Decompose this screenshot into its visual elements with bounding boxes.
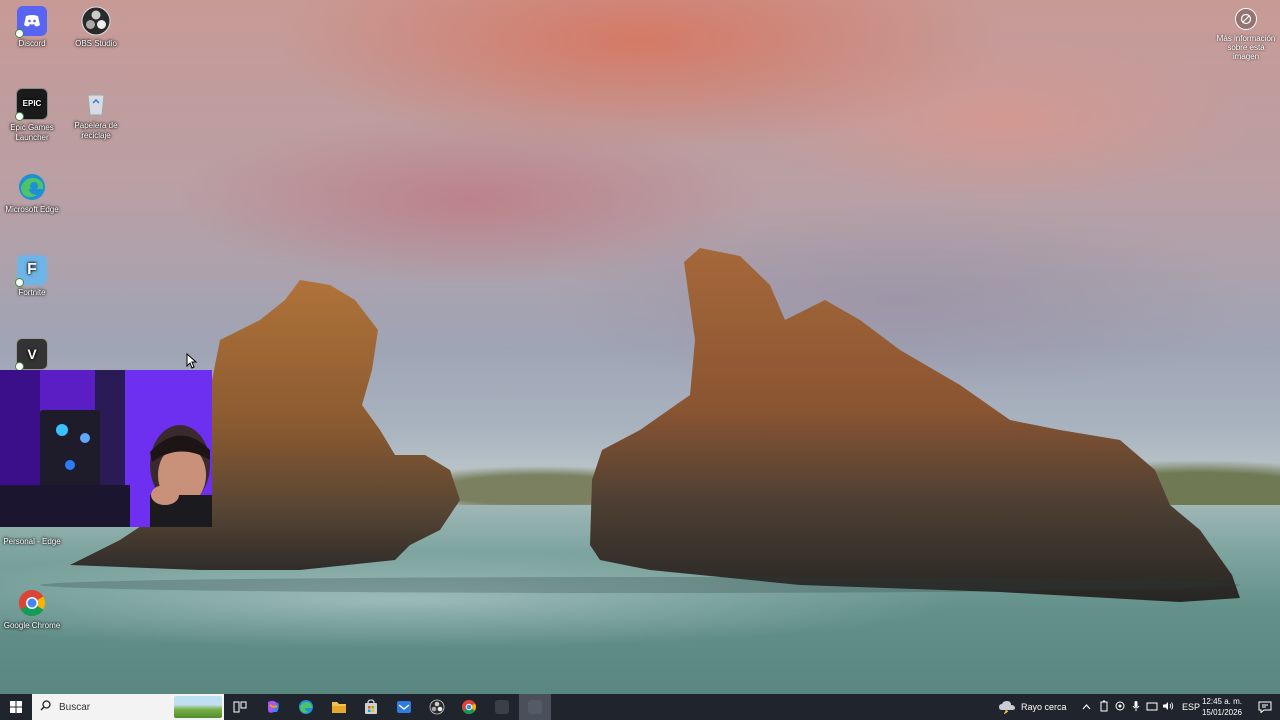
folder-icon	[332, 702, 346, 713]
chevron-up-icon[interactable]	[1080, 702, 1092, 712]
desktop-icon-recycle-bin[interactable]: Papelera de reciclaje	[64, 88, 128, 141]
right-rock	[590, 248, 1240, 602]
battery-icon[interactable]	[1096, 700, 1112, 714]
start-button[interactable]	[0, 694, 32, 720]
windows-start-icon	[10, 701, 22, 713]
epic-games-icon: EPIC	[15, 88, 48, 121]
discord-icon	[15, 6, 47, 38]
notification-icon	[1258, 701, 1272, 713]
desktop-icon-chrome[interactable]: Google Chrome	[0, 588, 64, 631]
taskbar-search-box[interactable]: Buscar	[32, 694, 224, 720]
wallpaper-rocks	[40, 248, 1240, 602]
obs-icon	[429, 699, 445, 715]
clock-time: 12:45 a. m.	[1201, 697, 1243, 706]
fortnite-glyph: F	[27, 261, 37, 278]
mail-icon	[397, 701, 411, 713]
camera-info-icon	[1235, 8, 1257, 30]
desktop-icon-label: OBS Studio	[75, 39, 117, 48]
clock-date: 15/01/2026	[1201, 708, 1243, 717]
gta-glyph: V	[27, 346, 37, 362]
desktop-icon-label: Microsoft Edge	[5, 205, 59, 214]
chrome-icon	[462, 700, 476, 714]
taskbar-file-explorer[interactable]	[323, 694, 355, 720]
fortnite-icon: F	[15, 255, 47, 287]
microphone-icon[interactable]	[1128, 700, 1144, 714]
storm-cloud-icon	[999, 701, 1015, 714]
chrome-icon	[17, 588, 47, 618]
desktop-icon-label: Discord	[18, 39, 46, 48]
network-icon[interactable]	[1112, 701, 1128, 713]
desktop-icon-label: Google Chrome	[3, 621, 61, 630]
task-view-icon	[233, 701, 247, 713]
copilot-icon	[268, 700, 279, 713]
taskbar-edge[interactable]	[290, 694, 322, 720]
taskbar-task-view[interactable]	[224, 694, 256, 720]
desktop-icon-fortnite[interactable]: F Fortnite	[0, 255, 64, 298]
desktop-icon-label: Personal - Edge	[3, 537, 61, 546]
desktop-icon-personal-edge[interactable]: Personal - Edge	[0, 537, 64, 547]
wallpaper-info-button[interactable]: Más información sobre esta imagen	[1214, 8, 1278, 61]
epic-glyph: EPIC	[22, 99, 42, 108]
system-tray: ESP	[1080, 694, 1200, 720]
desktop-icon-edge[interactable]: Microsoft Edge	[0, 172, 64, 215]
taskbar-store[interactable]	[355, 694, 387, 720]
search-highlight-image	[174, 696, 222, 718]
search-placeholder: Buscar	[59, 701, 91, 713]
search-icon	[40, 700, 51, 714]
desktop-wallpaper	[0, 0, 1280, 694]
notification-center-button[interactable]	[1250, 694, 1280, 720]
store-icon	[365, 699, 377, 714]
desktop-icon-obs[interactable]: OBS Studio	[64, 6, 128, 49]
taskbar-mail[interactable]	[388, 694, 420, 720]
taskbar-chrome[interactable]	[453, 694, 485, 720]
weather-text: Rayo cerca	[1021, 702, 1067, 712]
obs-icon	[81, 6, 111, 36]
gta-v-icon: V	[15, 338, 48, 371]
desktop-icon-epic-games[interactable]: EPIC Epic Games Launcher	[0, 88, 64, 143]
volume-icon[interactable]	[1160, 701, 1176, 713]
taskbar-weather[interactable]: Rayo cerca	[998, 694, 1067, 720]
taskbar-active-app[interactable]	[519, 694, 551, 720]
taskbar-obs[interactable]	[421, 694, 453, 720]
desktop-icon-gta-v[interactable]: V	[0, 338, 64, 373]
taskbar-app-dim[interactable]	[486, 694, 518, 720]
webcam-feed	[0, 370, 212, 527]
desktop-icon-discord[interactable]: Discord	[0, 6, 64, 49]
desktop-icon-label: Fortnite	[18, 288, 46, 297]
app-icon	[495, 700, 509, 714]
edge-icon	[299, 700, 313, 714]
wifi-icon[interactable]	[1144, 701, 1160, 713]
taskbar-copilot[interactable]	[257, 694, 289, 720]
taskbar: Buscar Rayo cerca ESP 12:45 a. m. 15/01/…	[0, 694, 1280, 720]
desktop-icon-label: Epic Games Launcher	[10, 123, 54, 142]
app-icon	[528, 700, 542, 714]
desktop-icon-label: Papelera de reciclaje	[74, 121, 118, 140]
taskbar-clock[interactable]: 12:45 a. m. 15/01/2026	[1196, 696, 1248, 718]
webcam-overlay	[0, 370, 212, 527]
recycle-bin-icon	[81, 88, 111, 118]
wallpaper-info-label: Más información sobre esta imagen	[1216, 34, 1276, 61]
edge-icon	[17, 172, 47, 202]
